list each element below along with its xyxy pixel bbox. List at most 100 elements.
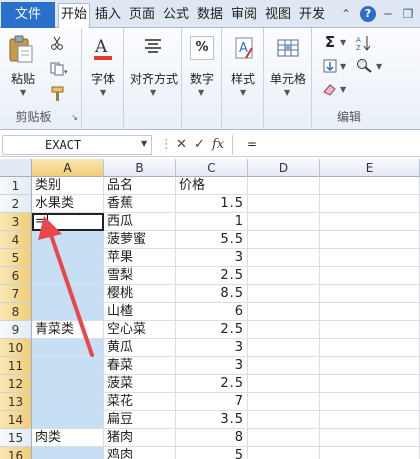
cell-a15[interactable]: 肉类 <box>32 429 104 447</box>
cell-d3[interactable] <box>248 213 320 231</box>
cell-c15[interactable]: 8 <box>176 429 248 447</box>
cell-e14[interactable] <box>320 411 420 429</box>
cell-b4[interactable]: 菠萝蜜 <box>104 231 176 249</box>
column-header-c[interactable]: C <box>176 159 248 177</box>
cell-a6[interactable] <box>32 267 104 285</box>
tab-developer[interactable]: 开发 <box>296 4 328 28</box>
file-tab[interactable]: 文件 <box>1 2 55 28</box>
cell-d2[interactable] <box>248 195 320 213</box>
row-header[interactable]: 9 <box>0 321 32 339</box>
cell-b6[interactable]: 雪梨 <box>104 267 176 285</box>
cell-c13[interactable]: 7 <box>176 393 248 411</box>
styles-dropdown-icon[interactable]: ▼ <box>240 88 246 97</box>
row-header[interactable]: 13 <box>0 393 32 411</box>
cell-d10[interactable] <box>248 339 320 357</box>
clear-dropdown-icon[interactable]: ▼ <box>340 85 346 94</box>
insert-function-icon[interactable]: fx <box>212 136 224 154</box>
cells-dropdown-icon[interactable]: ▼ <box>284 88 290 97</box>
cell-b16[interactable]: 鸡肉 <box>104 447 176 459</box>
cell-e4[interactable] <box>320 231 420 249</box>
cell-d9[interactable] <box>248 321 320 339</box>
cell-d4[interactable] <box>248 231 320 249</box>
cell-b15[interactable]: 猪肉 <box>104 429 176 447</box>
font-label[interactable]: 字体 <box>86 70 120 87</box>
name-box[interactable]: EXACT <box>2 135 152 155</box>
cell-e9[interactable] <box>320 321 420 339</box>
cell-e15[interactable] <box>320 429 420 447</box>
cell-a12[interactable] <box>32 375 104 393</box>
row-header[interactable]: 10 <box>0 339 32 357</box>
cell-a3[interactable]: = <box>32 213 104 231</box>
cell-e1[interactable] <box>320 177 420 195</box>
number-label[interactable]: 数字 <box>185 70 219 87</box>
row-header[interactable]: 5 <box>0 249 32 267</box>
column-header-a[interactable]: A <box>32 159 104 177</box>
cell-b9[interactable]: 空心菜 <box>104 321 176 339</box>
find-select-icon[interactable] <box>356 58 374 74</box>
cell-a7[interactable] <box>32 285 104 303</box>
cell-d6[interactable] <box>248 267 320 285</box>
autosum-icon[interactable]: Σ <box>322 34 338 50</box>
row-header[interactable]: 2 <box>0 195 32 213</box>
cell-c7[interactable]: 8.5 <box>176 285 248 303</box>
name-box-dropdown-icon[interactable]: ▼ <box>141 139 147 148</box>
paste-label[interactable]: 粘贴 <box>8 70 38 87</box>
formula-input[interactable]: = <box>232 135 418 155</box>
cell-d12[interactable] <box>248 375 320 393</box>
paste-dropdown-icon[interactable]: ▼ <box>20 88 26 97</box>
cell-c12[interactable]: 2.5 <box>176 375 248 393</box>
tab-home[interactable]: 开始 <box>58 3 90 29</box>
cell-c1[interactable]: 价格 <box>176 177 248 195</box>
tab-page-layout[interactable]: 页面 <box>126 4 158 28</box>
cell-b7[interactable]: 樱桃 <box>104 285 176 303</box>
cell-b1[interactable]: 品名 <box>104 177 176 195</box>
cell-c5[interactable]: 3 <box>176 249 248 267</box>
tab-data[interactable]: 数据 <box>194 4 226 28</box>
cell-d14[interactable] <box>248 411 320 429</box>
cell-e7[interactable] <box>320 285 420 303</box>
cell-d1[interactable] <box>248 177 320 195</box>
format-painter-icon[interactable] <box>50 86 66 102</box>
alignment-dropdown-icon[interactable]: ▼ <box>150 88 156 97</box>
cell-b11[interactable]: 春菜 <box>104 357 176 375</box>
cell-b13[interactable]: 菜花 <box>104 393 176 411</box>
sort-filter-icon[interactable]: AZ <box>356 34 372 52</box>
cell-a13[interactable] <box>32 393 104 411</box>
cell-d13[interactable] <box>248 393 320 411</box>
cell-a11[interactable] <box>32 357 104 375</box>
percent-icon[interactable]: % <box>190 36 214 60</box>
styles-icon[interactable]: A <box>232 34 256 62</box>
cell-e5[interactable] <box>320 249 420 267</box>
cancel-icon[interactable]: ✕ <box>176 136 187 154</box>
row-header[interactable]: 6 <box>0 267 32 285</box>
cell-b2[interactable]: 香蕉 <box>104 195 176 213</box>
cell-a10[interactable] <box>32 339 104 357</box>
clear-icon[interactable] <box>322 82 338 96</box>
row-header[interactable]: 1 <box>0 177 32 195</box>
cell-a14[interactable] <box>32 411 104 429</box>
cell-b5[interactable]: 苹果 <box>104 249 176 267</box>
cell-e3[interactable] <box>320 213 420 231</box>
cell-b14[interactable]: 扁豆 <box>104 411 176 429</box>
row-header[interactable]: 8 <box>0 303 32 321</box>
font-dropdown-icon[interactable]: ▼ <box>100 88 106 97</box>
enter-icon[interactable]: ✓ <box>194 136 205 154</box>
cell-d11[interactable] <box>248 357 320 375</box>
column-header-b[interactable]: B <box>104 159 176 177</box>
cell-a1[interactable]: 类别 <box>32 177 104 195</box>
cell-e2[interactable] <box>320 195 420 213</box>
styles-label[interactable]: 样式 <box>226 70 260 87</box>
column-header-e[interactable]: E <box>320 159 420 177</box>
cell-a9[interactable]: 青菜类 <box>32 321 104 339</box>
row-header[interactable]: 11 <box>0 357 32 375</box>
cell-c8[interactable]: 6 <box>176 303 248 321</box>
select-all-corner[interactable] <box>0 159 32 177</box>
cut-icon[interactable] <box>50 36 64 50</box>
row-header[interactable]: 16 <box>0 447 32 459</box>
cell-c3[interactable]: 1 <box>176 213 248 231</box>
cell-c9[interactable]: 2.5 <box>176 321 248 339</box>
find-select-dropdown-icon[interactable]: ▼ <box>376 62 382 71</box>
tab-formulas[interactable]: 公式 <box>160 4 192 28</box>
row-header[interactable]: 12 <box>0 375 32 393</box>
cell-d7[interactable] <box>248 285 320 303</box>
